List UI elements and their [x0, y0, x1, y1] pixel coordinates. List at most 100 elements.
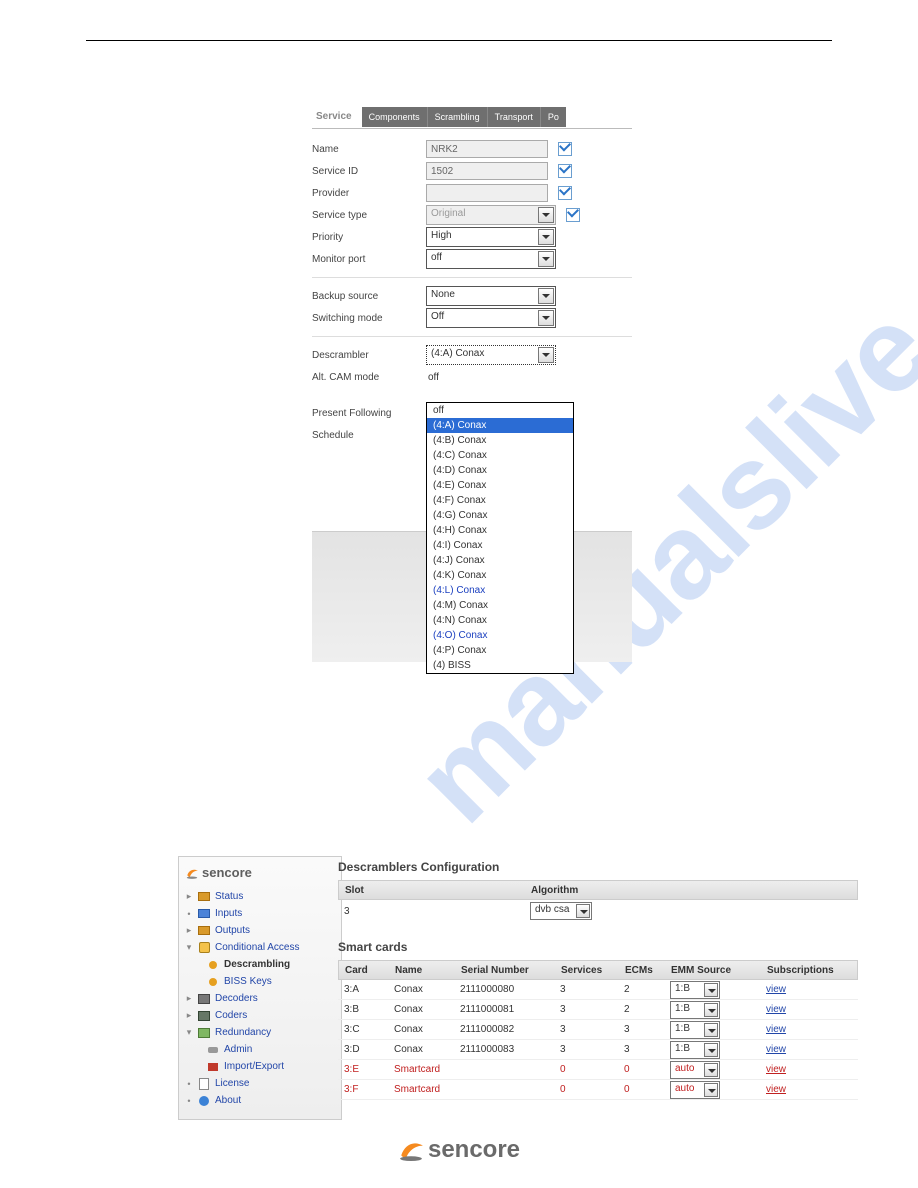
tab-transport[interactable]: Transport — [488, 107, 541, 127]
stack-icon — [198, 1010, 210, 1022]
chevron-down-icon — [538, 288, 554, 304]
view-link[interactable]: view — [766, 1044, 786, 1055]
tab-components[interactable]: Components — [362, 107, 428, 127]
override-checkbox[interactable] — [558, 164, 572, 178]
cell-emm: 1:B — [670, 1021, 766, 1039]
cell-subscriptions: view — [766, 1044, 846, 1055]
sidebar-item-inputs[interactable]: •Inputs — [185, 905, 335, 922]
cell-name: Conax — [394, 984, 460, 995]
dropdown-option[interactable]: (4:O) Conax — [427, 628, 573, 643]
box-icon — [198, 925, 210, 937]
view-link[interactable]: view — [766, 1084, 786, 1095]
switching-mode-select[interactable]: Off — [426, 308, 556, 328]
priority-select[interactable]: High — [426, 227, 556, 247]
sidebar-item-license[interactable]: •License — [185, 1075, 335, 1092]
dropdown-option[interactable]: (4:P) Conax — [427, 643, 573, 658]
sidebar-item-redundancy[interactable]: ▾Redundancy — [185, 1024, 335, 1041]
sidebar-item-label: Coders — [215, 1010, 247, 1021]
override-checkbox[interactable] — [558, 142, 572, 156]
sidebar-item-status[interactable]: ▸Status — [185, 888, 335, 905]
table-row: 3:AConax2111000080321:Bview — [338, 980, 858, 1000]
cell-ecms: 3 — [624, 1044, 670, 1055]
view-link[interactable]: view — [766, 984, 786, 995]
descrambler-select[interactable]: (4:A) Conax — [426, 345, 556, 365]
sidebar-item-admin[interactable]: Admin — [185, 1041, 335, 1058]
dropdown-option[interactable]: (4:J) Conax — [427, 553, 573, 568]
descrambler-dropdown-open[interactable]: off(4:A) Conax(4:B) Conax(4:C) Conax(4:D… — [426, 402, 574, 674]
dropdown-option[interactable]: (4) BISS — [427, 658, 573, 673]
emm-source-select[interactable]: auto — [670, 1061, 720, 1079]
cell-ecms: 0 — [624, 1084, 670, 1095]
slot-value: 3 — [344, 906, 530, 917]
override-checkbox[interactable] — [566, 208, 580, 222]
sidebar-item-label: Import/Export — [224, 1061, 284, 1072]
emm-source-select[interactable]: 1:B — [670, 1001, 720, 1019]
dropdown-option[interactable]: (4:G) Conax — [427, 508, 573, 523]
cell-ecms: 2 — [624, 1004, 670, 1015]
sidebar-item-coders[interactable]: ▸Coders — [185, 1007, 335, 1024]
override-checkbox[interactable] — [558, 186, 572, 200]
descramblers-heading: Descramblers Configuration — [338, 860, 858, 874]
algorithm-select[interactable]: dvb csa — [530, 902, 592, 920]
dropdown-option[interactable]: (4:D) Conax — [427, 463, 573, 478]
emm-source-select[interactable]: 1:B — [670, 1041, 720, 1059]
dropdown-option[interactable]: (4:F) Conax — [427, 493, 573, 508]
sidebar-item-label: Status — [215, 891, 243, 902]
dropdown-option[interactable]: (4:L) Conax — [427, 583, 573, 598]
cell-name: Smartcard — [394, 1064, 460, 1075]
field-row-priority: PriorityHigh — [312, 227, 632, 247]
cell-services: 3 — [560, 984, 624, 995]
algorithm-value: dvb csa — [535, 904, 569, 915]
tree-arrow-icon: • — [185, 1096, 193, 1106]
col-sn: Serial Number — [461, 965, 561, 976]
view-link[interactable]: view — [766, 1064, 786, 1075]
dropdown-option[interactable]: (4:N) Conax — [427, 613, 573, 628]
dropdown-option[interactable]: (4:C) Conax — [427, 448, 573, 463]
dropdown-option[interactable]: (4:H) Conax — [427, 523, 573, 538]
smartcards-heading: Smart cards — [338, 940, 858, 954]
sidebar-item-about[interactable]: •About — [185, 1092, 335, 1109]
cell-subscriptions: view — [766, 984, 846, 995]
table-row: 3:FSmartcard00autoview — [338, 1080, 858, 1100]
dropdown-option[interactable]: (4:E) Conax — [427, 478, 573, 493]
sidebar-item-biss-keys[interactable]: BISS Keys — [185, 973, 335, 990]
dropdown-option[interactable]: off — [427, 403, 573, 418]
sidebar-item-label: Decoders — [215, 993, 258, 1004]
sidebar-item-label: Conditional Access — [215, 942, 300, 953]
cell-card: 3:D — [344, 1044, 394, 1055]
emm-source-select[interactable]: 1:B — [670, 981, 720, 999]
dropdown-option[interactable]: (4:M) Conax — [427, 598, 573, 613]
doc-icon — [198, 1078, 210, 1090]
dropdown-option[interactable]: (4:I) Conax — [427, 538, 573, 553]
dropdown-option[interactable]: (4:K) Conax — [427, 568, 573, 583]
tab-po[interactable]: Po — [541, 107, 566, 127]
view-link[interactable]: view — [766, 1004, 786, 1015]
sidebar-item-decoders[interactable]: ▸Decoders — [185, 990, 335, 1007]
sidebar-item-label: BISS Keys — [224, 976, 272, 987]
dropdown-option[interactable]: (4:B) Conax — [427, 433, 573, 448]
service-tabs: Service ComponentsScramblingTransportPo — [312, 105, 632, 128]
chevron-down-icon — [704, 1063, 718, 1077]
cell-subscriptions: view — [766, 1064, 846, 1075]
footer-brand-text: sencore — [428, 1136, 520, 1164]
cell-ecms: 2 — [624, 984, 670, 995]
sidebar-item-conditional-access[interactable]: ▾Conditional Access — [185, 939, 335, 956]
cell-emm: auto — [670, 1081, 766, 1099]
sidebar-item-import-export[interactable]: Import/Export — [185, 1058, 335, 1075]
sidebar-item-label: Descrambling — [224, 959, 290, 970]
tab-scrambling[interactable]: Scrambling — [428, 107, 488, 127]
cell-card: 3:A — [344, 984, 394, 995]
monitor-port-select[interactable]: off — [426, 249, 556, 269]
emm-source-select[interactable]: 1:B — [670, 1021, 720, 1039]
cell-serial: 2111000082 — [460, 1024, 560, 1035]
view-link[interactable]: view — [766, 1024, 786, 1035]
col-name: Name — [395, 965, 461, 976]
tree-arrow-icon: • — [185, 909, 193, 919]
cell-card: 3:C — [344, 1024, 394, 1035]
dropdown-option[interactable]: (4:A) Conax — [427, 418, 573, 433]
backup-source-select[interactable]: None — [426, 286, 556, 306]
emm-source-select[interactable]: auto — [670, 1081, 720, 1099]
sidebar-item-descrambling[interactable]: Descrambling — [185, 956, 335, 973]
sidebar-item-outputs[interactable]: ▸Outputs — [185, 922, 335, 939]
table-row: 3:ESmartcard00autoview — [338, 1060, 858, 1080]
